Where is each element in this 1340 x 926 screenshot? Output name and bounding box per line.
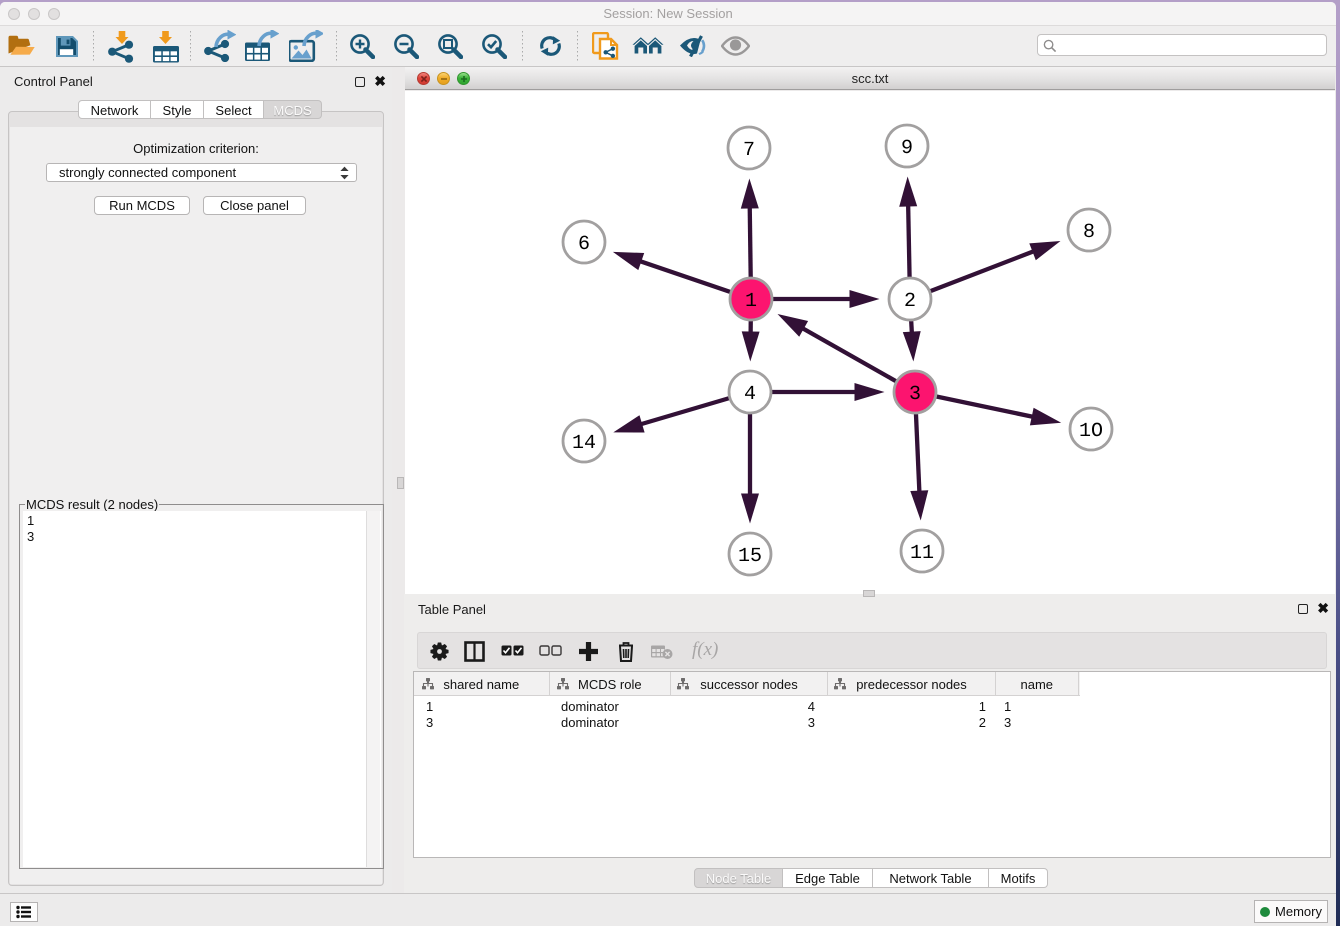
svg-text:9: 9 <box>901 137 913 160</box>
svg-text:2: 2 <box>904 290 916 313</box>
svg-text:3: 3 <box>909 383 921 406</box>
svg-text:4: 4 <box>744 383 756 406</box>
svg-text:11: 11 <box>910 542 934 565</box>
svg-text:1: 1 <box>745 290 757 313</box>
svg-text:1O: 1O <box>1079 420 1103 443</box>
svg-text:15: 15 <box>738 545 762 568</box>
svg-text:6: 6 <box>578 233 590 256</box>
svg-text:7: 7 <box>743 139 755 162</box>
svg-text:14: 14 <box>572 432 596 455</box>
svg-text:8: 8 <box>1083 221 1095 244</box>
